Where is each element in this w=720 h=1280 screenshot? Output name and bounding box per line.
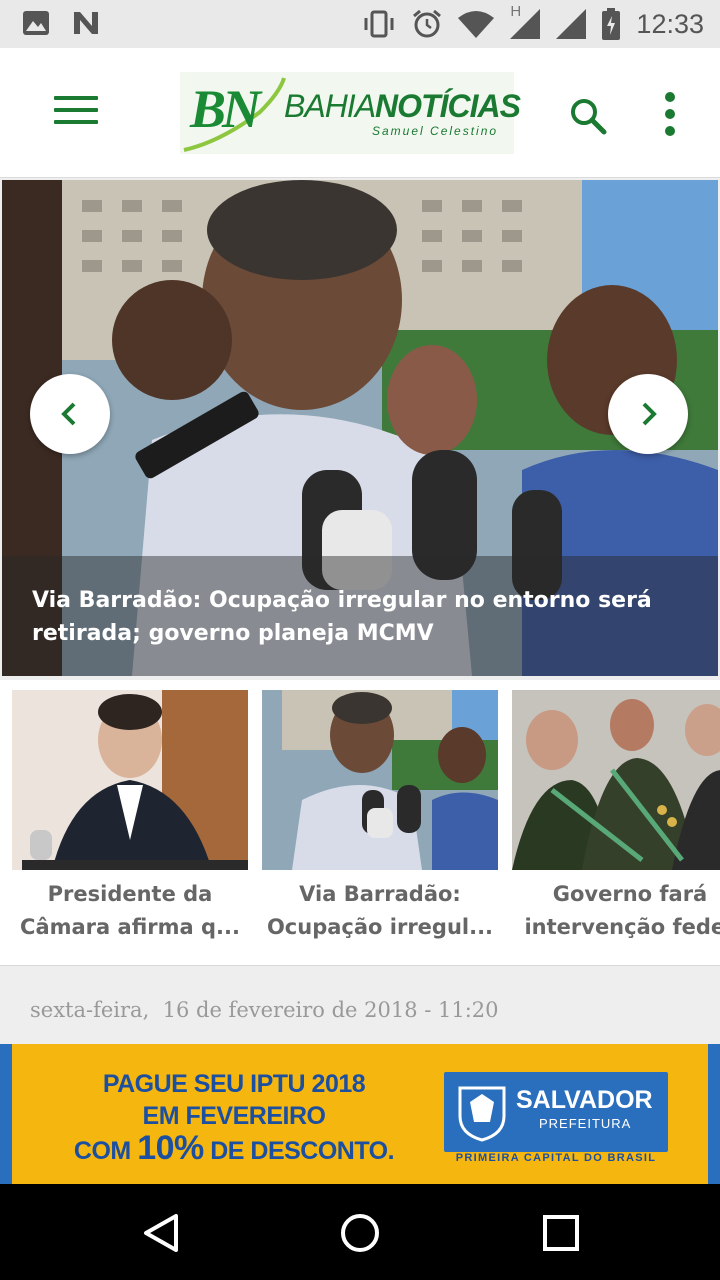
alarm-icon	[413, 9, 442, 38]
logo-mark: BN	[190, 79, 261, 139]
news-card-thumbnail	[512, 690, 720, 870]
logo-subtitle: Samuel Celestino	[372, 124, 499, 138]
ad-brand-name: SALVADOR	[516, 1086, 653, 1114]
vibrate-icon	[364, 10, 394, 38]
news-card-title: Presidente da	[47, 882, 213, 906]
home-icon[interactable]	[337, 1210, 383, 1256]
image-icon	[23, 11, 49, 35]
wifi-icon	[458, 11, 495, 38]
news-card-title: intervenção feder	[524, 915, 720, 939]
news-card-title: Governo fará	[552, 882, 708, 906]
more-vert-icon[interactable]	[660, 92, 680, 138]
news-card-thumbnail	[12, 690, 248, 870]
system-nav-bar	[0, 1184, 720, 1280]
news-card[interactable]: Via Barradão: Ocupação irregul...	[262, 690, 498, 944]
news-cards-strip[interactable]: Presidente da Câmara afirma q... Via Barr…	[0, 680, 720, 966]
search-icon[interactable]	[568, 96, 608, 136]
ad-tagline: PRIMEIRA CAPITAL DO BRASIL	[455, 1152, 657, 1164]
signal-icon-2	[556, 9, 587, 39]
ad-brand-sub: PREFEITURA	[539, 1116, 632, 1131]
status-time: 12:33	[636, 8, 704, 39]
battery-icon	[602, 8, 621, 40]
logo-name: BAHIANOTÍCIAS	[284, 88, 521, 124]
slider-next-button[interactable]	[608, 374, 688, 454]
chevron-right-icon	[642, 402, 657, 426]
status-bar: H 12:33	[0, 0, 720, 48]
ad-banner[interactable]: PAGUE SEU IPTU 2018 EM FEVEREIRO COM 10%…	[0, 1044, 720, 1184]
city-crest-icon	[458, 1086, 506, 1142]
ad-stripe	[0, 1044, 12, 1184]
back-icon[interactable]	[138, 1210, 184, 1256]
ad-brand-box: SALVADOR PREFEITURA	[444, 1072, 668, 1152]
hero-title[interactable]: Via Barradão: Ocupação irregular no ento…	[32, 584, 672, 648]
news-card-title: Ocupação irregul...	[266, 915, 494, 939]
news-card-thumbnail	[262, 690, 498, 870]
ad-headline: PAGUE SEU IPTU 2018 EM FEVEREIRO COM 10%…	[73, 1070, 395, 1167]
site-logo[interactable]: BN BAHIANOTÍCIAS Samuel Celestino	[180, 72, 521, 154]
news-card[interactable]: Governo fará intervenção feder	[512, 690, 720, 944]
news-card[interactable]: Presidente da Câmara afirma q...	[12, 690, 248, 944]
menu-icon[interactable]	[54, 96, 98, 130]
ad-stripe	[708, 1044, 720, 1184]
n-app-icon	[74, 12, 98, 34]
date-line: sexta-feira, 16 de fevereiro de 2018 - 1…	[30, 998, 499, 1022]
hero-slide[interactable]: Via Barradão: Ocupação irregular no ento…	[2, 180, 718, 676]
chevron-left-icon	[61, 402, 76, 426]
news-card-title: Via Barradão:	[299, 882, 461, 906]
news-card-title: Câmara afirma q...	[20, 915, 240, 939]
app-bar: BN BAHIANOTÍCIAS Samuel Celestino	[0, 48, 720, 178]
slider-prev-button[interactable]	[30, 374, 110, 454]
signal-icon	[510, 9, 541, 39]
recents-icon[interactable]	[538, 1210, 584, 1256]
